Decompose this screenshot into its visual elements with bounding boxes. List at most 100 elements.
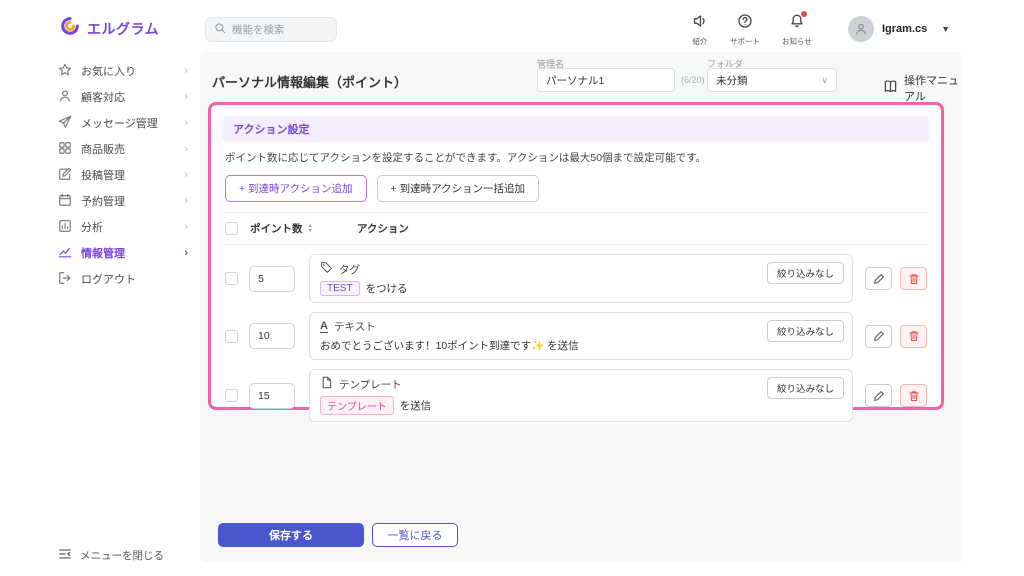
main-content: パーソナル情報編集（ポイント） 管理名 (6/20) フォルダ 未分類 ∨ 操作…: [200, 52, 962, 562]
row-checkbox[interactable]: [225, 330, 238, 343]
chevron-right-icon: ›: [184, 221, 188, 233]
calendar-icon: [58, 193, 72, 210]
bell-icon: [789, 13, 805, 34]
account-menu[interactable]: Igram.cs ▼: [848, 16, 950, 42]
sidebar-item-information[interactable]: 情報管理 ›: [58, 240, 188, 266]
star-icon: [58, 63, 72, 80]
notifications-label: お知らせ: [782, 36, 812, 47]
chevron-right-icon: ›: [184, 247, 188, 259]
chevron-right-icon: ›: [184, 117, 188, 129]
sidebar: お気に入り › 顧客対応 › メッセージ管理 › 商品販売 › 投稿管理 › 予…: [58, 58, 188, 292]
document-icon: [320, 376, 333, 392]
point-input[interactable]: [249, 383, 295, 409]
table-row: A テキスト おめでとうございます！10ポイント到達です✨ を送信 絞り込みなし: [225, 312, 927, 360]
megaphone-icon: [692, 13, 708, 34]
search-input[interactable]: [232, 24, 328, 36]
action-type-label: テンプレート: [339, 377, 402, 392]
search-icon: [214, 21, 226, 39]
tag-chip: TEST: [320, 281, 360, 296]
filter-button[interactable]: 絞り込みなし: [767, 377, 844, 399]
manual-label: 操作マニュアル: [904, 72, 962, 104]
app-window: エルグラム 紹介 サポート: [0, 0, 1024, 576]
sidebar-item-label: 予約管理: [81, 193, 125, 209]
header-icons: 紹介 サポート お知らせ: [692, 13, 812, 47]
action-suffix: を送信: [400, 398, 432, 413]
filter-button[interactable]: 絞り込みなし: [767, 320, 844, 342]
logout-icon: [58, 271, 72, 288]
back-to-list-button[interactable]: 一覧に戻る: [372, 523, 458, 547]
point-input[interactable]: [249, 323, 295, 349]
action-text: おめでとうございます！10ポイント到達です✨ を送信: [320, 338, 579, 353]
action-type-label: テキスト: [334, 319, 376, 334]
select-all-checkbox[interactable]: [225, 222, 238, 235]
chevron-right-icon: ›: [184, 169, 188, 181]
chevron-down-icon: ▼: [941, 24, 950, 34]
sidebar-item-logout[interactable]: ログアウト: [58, 266, 188, 292]
sidebar-item-label: 商品販売: [81, 141, 125, 157]
app-logo[interactable]: エルグラム: [60, 16, 159, 41]
sidebar-item-analytics[interactable]: 分析 ›: [58, 214, 188, 240]
save-button[interactable]: 保存する: [218, 523, 364, 547]
filter-button[interactable]: 絞り込みなし: [767, 262, 844, 284]
table-row: テンプレート テンプレート を送信 絞り込みなし: [225, 369, 927, 422]
delete-button[interactable]: [900, 267, 927, 290]
delete-button[interactable]: [900, 384, 927, 407]
referral-label: 紹介: [693, 36, 708, 47]
sidebar-item-label: 投稿管理: [81, 167, 125, 183]
chart-icon: [58, 219, 72, 236]
account-name: Igram.cs: [882, 23, 927, 35]
table-header: ポイント数 ▲▼ アクション: [225, 212, 927, 245]
manual-link[interactable]: 操作マニュアル: [883, 72, 962, 104]
user-icon: [58, 89, 72, 106]
action-suffix: をつける: [366, 281, 408, 296]
add-action-button[interactable]: + 到達時アクション追加: [225, 175, 367, 202]
logo-text: エルグラム: [87, 19, 159, 39]
action-card: タグ TEST をつける 絞り込みなし: [309, 254, 853, 303]
row-checkbox[interactable]: [225, 272, 238, 285]
sidebar-item-messages[interactable]: メッセージ管理 ›: [58, 110, 188, 136]
template-chip: テンプレート: [320, 396, 394, 415]
point-input[interactable]: [249, 266, 295, 292]
sidebar-item-favorites[interactable]: お気に入り ›: [58, 58, 188, 84]
edit-button[interactable]: [865, 267, 892, 290]
chevron-right-icon: ›: [184, 65, 188, 77]
chevron-right-icon: ›: [184, 143, 188, 155]
edit-button[interactable]: [865, 384, 892, 407]
referral-button[interactable]: 紹介: [692, 13, 708, 47]
row-checkbox[interactable]: [225, 389, 238, 402]
trend-icon: [58, 245, 72, 262]
row-actions: [865, 325, 927, 348]
sidebar-item-label: ログアウト: [81, 271, 136, 287]
admin-name-input[interactable]: [537, 68, 675, 92]
chevron-right-icon: ›: [184, 195, 188, 207]
feature-search: [205, 17, 337, 42]
close-menu-button[interactable]: メニューを閉じる: [58, 547, 164, 564]
folder-select-value: 未分類: [716, 73, 748, 88]
sort-icon[interactable]: ▲▼: [308, 224, 313, 233]
collapse-menu-icon: [58, 547, 72, 564]
tag-icon: [320, 261, 333, 277]
sidebar-item-products[interactable]: 商品販売 ›: [58, 136, 188, 162]
points-column-header: ポイント数: [250, 221, 303, 236]
delete-button[interactable]: [900, 325, 927, 348]
add-buttons-row: + 到達時アクション追加 + 到達時アクション一括追加: [225, 175, 927, 202]
table-row: タグ TEST をつける 絞り込みなし: [225, 254, 927, 303]
logo-icon: [60, 16, 80, 41]
action-column-header: アクション: [357, 221, 409, 236]
sidebar-item-reservations[interactable]: 予約管理 ›: [58, 188, 188, 214]
bulk-add-action-button[interactable]: + 到達時アクション一括追加: [377, 175, 540, 202]
sidebar-item-label: メッセージ管理: [81, 115, 158, 131]
action-type-label: タグ: [339, 262, 360, 277]
send-icon: [58, 115, 72, 132]
sidebar-item-customers[interactable]: 顧客対応 ›: [58, 84, 188, 110]
sidebar-item-label: 分析: [81, 219, 103, 235]
notifications-button[interactable]: お知らせ: [782, 13, 812, 47]
text-icon: A: [320, 321, 328, 333]
support-button[interactable]: サポート: [730, 13, 760, 47]
help-icon: [737, 13, 753, 34]
notification-badge: [801, 11, 807, 17]
folder-select[interactable]: 未分類 ∨: [707, 68, 837, 92]
edit-button[interactable]: [865, 325, 892, 348]
sidebar-item-posts[interactable]: 投稿管理 ›: [58, 162, 188, 188]
section-title: アクション設定: [223, 116, 929, 142]
